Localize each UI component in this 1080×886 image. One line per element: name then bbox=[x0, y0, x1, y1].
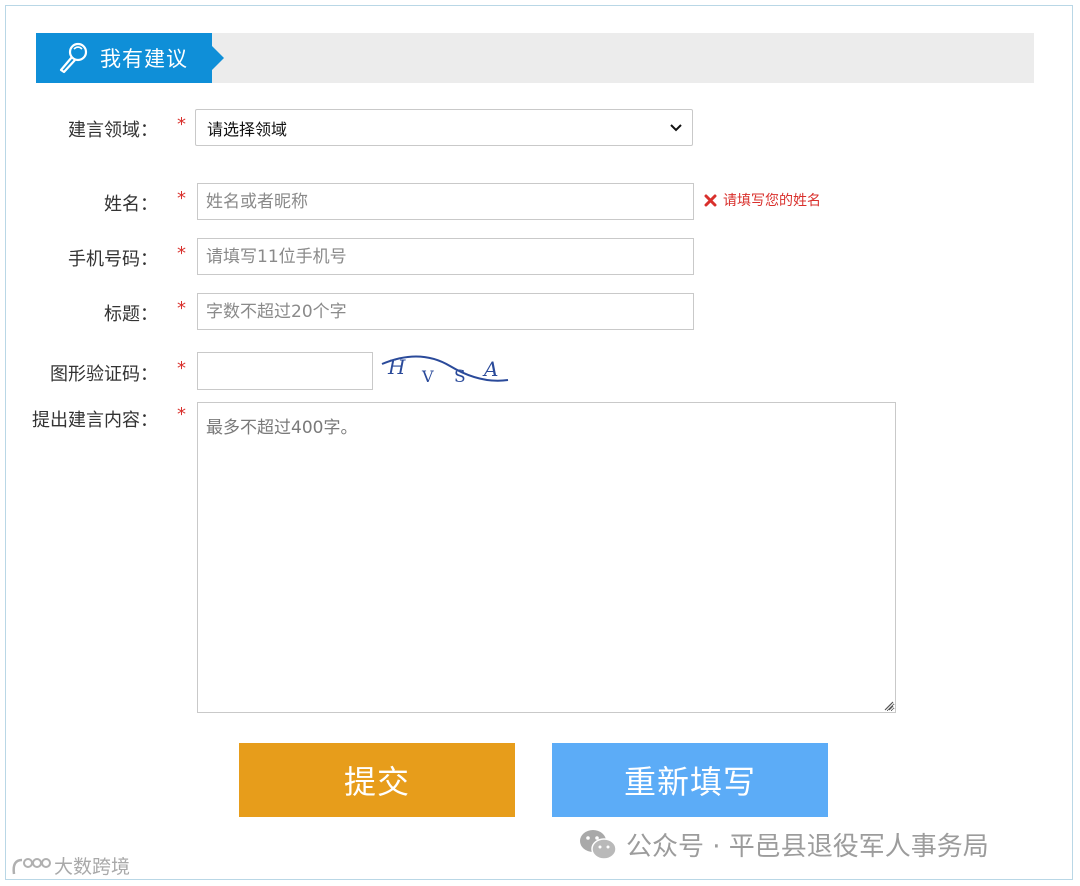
wechat-icon bbox=[580, 829, 617, 860]
captcha-label: 图形验证码： bbox=[50, 364, 158, 385]
wechat-watermark-text: 公众号 · 平邑县退役军人事务局 bbox=[626, 832, 989, 862]
microphone-icon bbox=[59, 42, 88, 74]
name-label: 姓名： bbox=[104, 194, 158, 215]
required-mark: * bbox=[177, 114, 186, 135]
corner-watermark-text: 大数跨境 bbox=[54, 856, 131, 878]
name-input[interactable] bbox=[197, 183, 694, 220]
brand-logo-icon bbox=[12, 857, 51, 874]
domain-select-value: 请选择领域 bbox=[207, 119, 288, 139]
error-x-icon bbox=[704, 194, 717, 206]
svg-text:S: S bbox=[454, 367, 466, 386]
reset-button[interactable]: 重新填写 bbox=[552, 743, 828, 817]
required-mark: * bbox=[177, 404, 186, 425]
svg-text:H: H bbox=[387, 355, 406, 379]
required-mark: * bbox=[177, 243, 186, 264]
chevron-down-icon bbox=[670, 124, 682, 132]
title-input[interactable] bbox=[197, 293, 694, 330]
required-mark: * bbox=[177, 358, 186, 379]
captcha-image[interactable]: H V S A bbox=[380, 350, 510, 386]
section-title: 我有建议 bbox=[100, 47, 188, 71]
domain-label: 建言领域： bbox=[68, 120, 158, 141]
content-label: 提出建言内容： bbox=[32, 410, 158, 431]
section-header-tab: 我有建议 bbox=[36, 33, 224, 83]
submit-button[interactable]: 提交 bbox=[239, 743, 515, 817]
wechat-watermark: 公众号 · 平邑县退役军人事务局 bbox=[578, 826, 989, 863]
required-mark: * bbox=[177, 188, 186, 209]
content-textarea[interactable] bbox=[197, 402, 896, 713]
corner-watermark: 大数跨境 bbox=[10, 852, 130, 879]
required-mark: * bbox=[177, 298, 186, 319]
phone-input[interactable] bbox=[197, 238, 694, 275]
svg-text:V: V bbox=[421, 367, 434, 386]
resize-grip-icon[interactable] bbox=[883, 700, 894, 711]
svg-text:A: A bbox=[482, 357, 498, 381]
captcha-input[interactable] bbox=[197, 352, 373, 390]
name-error: 请填写您的姓名 bbox=[704, 190, 821, 210]
name-error-text: 请填写您的姓名 bbox=[723, 193, 821, 209]
domain-select[interactable]: 请选择领域 bbox=[195, 109, 693, 146]
title-label: 标题： bbox=[104, 304, 158, 325]
phone-label: 手机号码： bbox=[68, 249, 158, 270]
